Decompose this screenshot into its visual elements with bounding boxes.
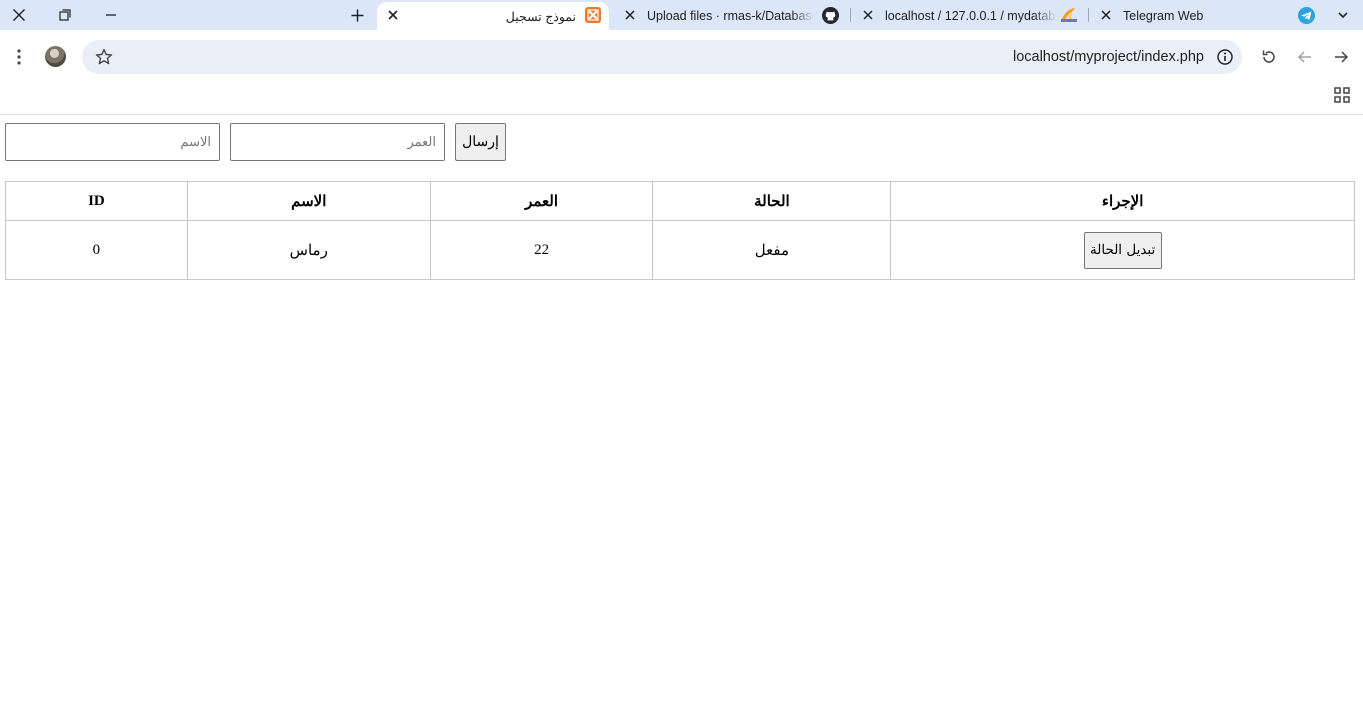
apps-grid-icon[interactable] xyxy=(1334,87,1350,103)
column-header-status: الحالة xyxy=(652,181,892,221)
submit-button[interactable]: إرسال xyxy=(455,123,506,161)
toggle-status-button[interactable]: تبديل الحالة xyxy=(1083,231,1162,269)
age-input[interactable] xyxy=(230,123,445,161)
tab-title: Upload files · rmas-k/Database xyxy=(647,9,813,23)
tab-close-icon[interactable] xyxy=(1098,7,1114,23)
bookmarks-bar xyxy=(0,84,1363,115)
cell-age: 22 xyxy=(429,220,654,280)
page-content: إرسال ID الاسم العمر الحالة الإجراء 0 رم… xyxy=(0,115,1363,703)
arrow-left-icon xyxy=(1297,51,1311,63)
phpmyadmin-icon xyxy=(1060,6,1078,24)
tab-title: نموذج تسجيل xyxy=(505,10,576,24)
records-table: ID الاسم العمر الحالة الإجراء 0 رماس 22 … xyxy=(5,181,1355,280)
back-button[interactable] xyxy=(1290,42,1320,72)
tab-close-icon[interactable] xyxy=(385,7,401,23)
table-header-row: ID الاسم العمر الحالة الإجراء xyxy=(5,181,1355,221)
kebab-menu-icon xyxy=(17,49,21,65)
column-header-name: الاسم xyxy=(186,181,431,221)
tab-phpmyadmin[interactable]: localhost / 127.0.0.1 / mydatabase xyxy=(855,2,1087,30)
browser-toolbar: localhost/myproject/index.php xyxy=(0,30,1363,84)
name-input[interactable] xyxy=(5,123,220,161)
plus-icon xyxy=(351,9,363,21)
close-window-button[interactable] xyxy=(1,0,37,30)
tab-telegram[interactable]: Telegram Web xyxy=(1093,2,1323,30)
restore-icon xyxy=(59,9,71,21)
close-icon xyxy=(13,9,25,21)
restore-window-button[interactable] xyxy=(47,0,83,30)
column-header-action: الإجراء xyxy=(890,181,1355,221)
arrow-right-icon xyxy=(1335,51,1349,63)
new-tab-button[interactable] xyxy=(339,0,375,30)
tab-close-icon[interactable] xyxy=(622,7,638,23)
cell-action: تبديل الحالة xyxy=(890,220,1355,280)
tab-upload-files[interactable]: Upload files · rmas-k/Database xyxy=(617,2,851,30)
cell-name: رماس xyxy=(186,220,431,280)
reload-icon xyxy=(1262,50,1275,63)
column-header-id: ID xyxy=(5,181,188,221)
tab-title: localhost / 127.0.0.1 / mydatabase xyxy=(885,9,1055,23)
reload-button[interactable] xyxy=(1254,42,1284,72)
menu-button[interactable] xyxy=(4,42,34,72)
column-header-age: العمر xyxy=(429,181,654,221)
site-info-icon[interactable] xyxy=(1216,48,1234,66)
forward-button[interactable] xyxy=(1326,42,1356,72)
table-row: 0 رماس 22 مفعل تبديل الحالة xyxy=(5,220,1355,280)
address-bar[interactable]: localhost/myproject/index.php xyxy=(82,40,1242,74)
profile-avatar[interactable] xyxy=(45,46,66,67)
minimize-icon xyxy=(106,14,116,16)
xampp-icon xyxy=(584,6,602,24)
tab-title: Telegram Web xyxy=(1123,9,1204,23)
github-icon xyxy=(821,6,839,24)
tab-strip: نموذج تسجيل Upload files · rmas-k/Databa… xyxy=(0,0,1363,30)
bookmark-star-icon[interactable] xyxy=(94,47,114,67)
tab-search-button[interactable] xyxy=(1325,0,1361,30)
url-text: localhost/myproject/index.php xyxy=(1012,49,1204,65)
telegram-icon xyxy=(1297,6,1315,24)
minimize-window-button[interactable] xyxy=(93,0,129,30)
cell-status: مفعل xyxy=(652,220,892,280)
chevron-down-icon xyxy=(1338,12,1348,19)
tab-registration-form[interactable]: نموذج تسجيل xyxy=(377,2,609,30)
cell-id: 0 xyxy=(5,220,188,280)
tab-close-icon[interactable] xyxy=(860,7,876,23)
